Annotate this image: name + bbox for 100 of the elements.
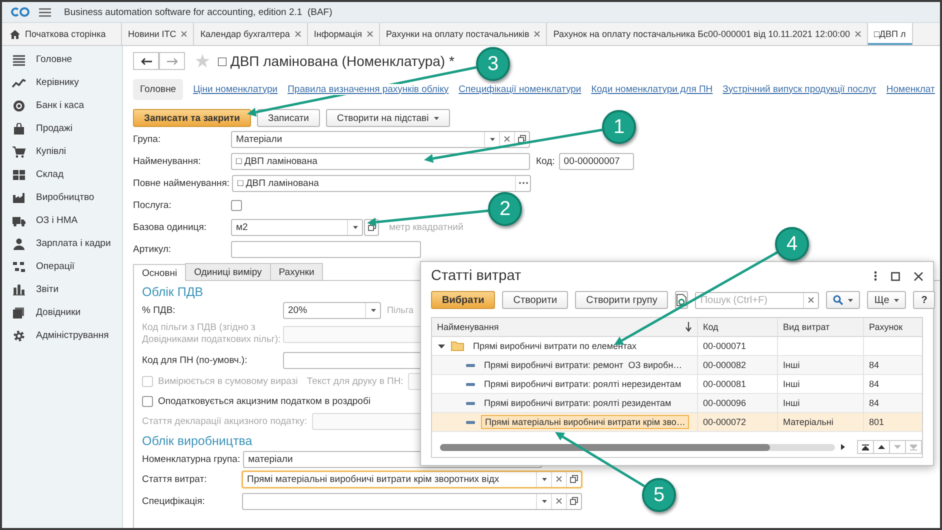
section-tab[interactable]: Головне — [133, 78, 184, 100]
more-button[interactable]: Ще — [867, 291, 906, 309]
close-icon — [556, 476, 562, 482]
sidebar-item[interactable]: Операції — [2, 255, 122, 278]
tab[interactable]: □ДВП л — [868, 23, 913, 45]
open-button[interactable] — [514, 132, 529, 146]
item-icon — [466, 402, 475, 404]
checkbox[interactable] — [231, 200, 242, 210]
field-label: Номенклатурна група: — [142, 454, 242, 464]
callout-badge: 2 — [488, 192, 522, 226]
section-link[interactable]: Коди номенклатури для ПН — [591, 84, 713, 94]
menu-lines-icon — [12, 54, 26, 66]
select-field[interactable]: Прямі матеріальні виробничі витрати крім зворотних відх — [242, 470, 582, 488]
sidebar-item[interactable]: Довідники — [2, 301, 122, 324]
input-field[interactable]: □ ДВП ламінована — [232, 174, 532, 192]
app-title: Business automation software for accounting, edition 2.1 (BAF) — [64, 6, 332, 18]
table-cell: Прямі матеріальні виробничі витрати крім зво… — [481, 415, 690, 429]
sidebar-item[interactable]: Купівлі — [2, 140, 122, 163]
section-link[interactable]: Зустрічний випуск продукції послуг — [722, 84, 876, 94]
checkbox-label: Оподатковується акцизним податком в роздробі — [158, 396, 371, 407]
select-button[interactable] — [515, 176, 530, 190]
back-button[interactable] — [133, 52, 159, 70]
create-based-on-button[interactable]: Створити на підставі — [326, 109, 450, 127]
tab[interactable]: Рахунки — [270, 263, 324, 280]
menu-icon[interactable] — [39, 8, 51, 16]
table-row[interactable]: Прямі матеріальні виробничі витрати крім зво… 00-000072 Матеріальні 801 — [432, 413, 922, 432]
table-cell: Інші — [783, 398, 800, 408]
sidebar-item[interactable]: Продажі — [2, 117, 122, 140]
sidebar-item[interactable]: Звіти — [2, 278, 122, 301]
input-field[interactable]: 00-00000007 — [558, 152, 634, 170]
star-icon[interactable] — [195, 54, 210, 68]
scroll-right-icon[interactable] — [841, 444, 845, 450]
scroll-first-button[interactable] — [857, 440, 874, 454]
select-field[interactable]: м2 — [231, 218, 363, 236]
create-button[interactable]: Створити групу — [575, 291, 668, 309]
maximize-icon[interactable] — [891, 272, 900, 280]
field-label: Код пільги з ПДВ (згідно з Довідниками податкових пільг): — [142, 322, 282, 346]
table-cell: Інші — [783, 360, 800, 370]
search-button[interactable] — [826, 291, 860, 309]
tab[interactable]: Одиниці виміру — [185, 263, 271, 280]
open-icon — [570, 497, 578, 505]
logo-icon — [10, 7, 30, 17]
checkbox[interactable] — [142, 396, 153, 407]
triangle-up-icon — [878, 444, 885, 450]
field-label: Код: — [536, 156, 555, 166]
sidebar-item[interactable]: Керівнику — [2, 71, 122, 94]
tab[interactable]: Інформація — [308, 23, 380, 45]
select-field[interactable]: 20% — [283, 302, 381, 318]
select-button[interactable]: Вибрати — [431, 291, 496, 309]
create-button[interactable]: Створити — [502, 291, 568, 309]
section-link[interactable]: Ціни номенклатури — [193, 84, 278, 94]
tab[interactable]: Початкова сторінка — [2, 23, 122, 45]
tab[interactable]: Календар бухгалтера — [194, 23, 308, 45]
trend-line-icon — [12, 76, 26, 88]
scroll-up-button[interactable] — [873, 440, 890, 454]
document-refresh-icon — [676, 294, 688, 306]
sidebar-item[interactable]: Склад — [2, 163, 122, 186]
sidebar-item[interactable]: Банк і каса — [2, 94, 122, 117]
caret-icon — [352, 226, 358, 228]
caret-icon — [542, 478, 546, 480]
table-row[interactable]: Прямі виробничі витрати: роялті резидентам 00-000096 Інші 84 — [432, 394, 922, 413]
input-field[interactable] — [231, 240, 421, 258]
help-button[interactable]: ? — [913, 291, 936, 309]
dialog-title: Статті витрат — [431, 268, 522, 284]
field-label: Базова одиниця: — [133, 222, 208, 232]
table-cell: 801 — [869, 417, 884, 427]
column-header[interactable]: Вид витрат — [783, 322, 830, 332]
open-button[interactable] — [566, 494, 581, 508]
books-icon — [12, 306, 26, 318]
section-link[interactable]: Номенклат — [886, 84, 935, 94]
table-row[interactable]: Прямі виробничі витрати: ремонт ОЗ виробн… 00-000082 Інші 84 — [432, 356, 922, 375]
table-cell: Інші — [783, 379, 800, 389]
coin-icon — [12, 100, 26, 112]
horizontal-scrollbar[interactable] — [440, 444, 835, 450]
table-cell-text: Прямі виробничі витрати по елементах — [472, 340, 638, 352]
more-vertical-icon[interactable] — [874, 271, 877, 281]
tab[interactable]: Основні — [133, 264, 186, 281]
section-link[interactable]: Специфікації номенклатури — [458, 84, 582, 94]
save-and-close-button[interactable]: Записати та закрити — [133, 109, 251, 127]
sidebar-item[interactable]: Виробництво — [2, 186, 122, 209]
select-field[interactable] — [242, 492, 582, 510]
caret-icon — [542, 500, 546, 502]
sidebar-item[interactable]: ОЗ і НМА — [2, 209, 122, 232]
table-cell: 00-000082 — [703, 360, 746, 370]
open-button[interactable] — [566, 472, 581, 486]
column-header[interactable]: Рахунок — [869, 322, 903, 332]
tab[interactable]: Новини ІТС — [122, 23, 194, 45]
sidebar-item[interactable]: Адміністрування — [2, 324, 122, 347]
tab[interactable]: Рахунки на оплату постачальників — [380, 23, 548, 45]
select-field[interactable]: Матеріали — [231, 130, 530, 148]
input-field[interactable]: □ ДВП ламінована — [231, 152, 530, 170]
column-header[interactable]: Найменування — [437, 322, 499, 332]
sidebar-item[interactable]: Головне — [2, 48, 122, 71]
save-button[interactable]: Записати — [256, 109, 320, 127]
close-icon[interactable] — [914, 272, 923, 280]
column-header[interactable]: Код — [703, 322, 718, 332]
checkbox-label: Вимірюється в сумовому виразі — [158, 376, 298, 387]
sidebar-item[interactable]: Зарплата і кадри — [2, 232, 122, 255]
section-link[interactable]: Правила визначення рахунків обліку — [288, 84, 449, 94]
field-label: Пільга — [387, 305, 414, 315]
